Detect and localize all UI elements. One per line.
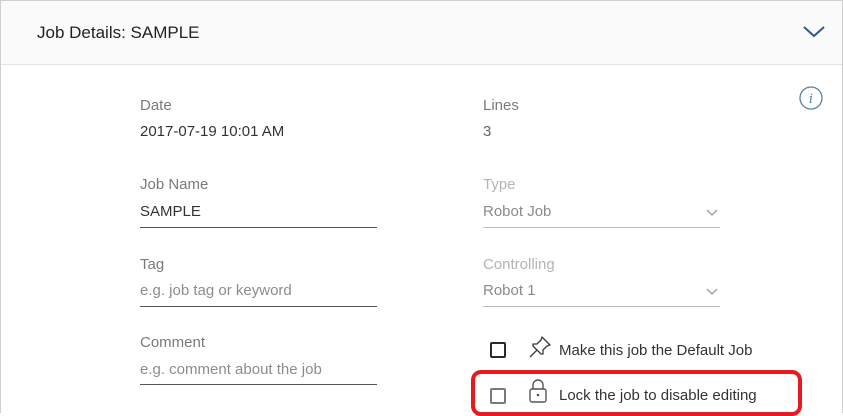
job-name-label: Job Name: [140, 176, 209, 193]
type-select[interactable]: Robot Job: [483, 203, 551, 220]
controlling-label: Controlling: [483, 256, 555, 273]
job-name-underline: [140, 227, 377, 228]
type-label: Type: [483, 176, 516, 193]
lines-value: 3: [483, 123, 492, 140]
chevron-down-icon: [706, 209, 718, 216]
svg-text:i: i: [809, 92, 813, 107]
comment-underline: [140, 384, 377, 385]
highlight-box: [471, 370, 802, 416]
pin-icon: [529, 336, 551, 358]
panel-header[interactable]: Job Details: SAMPLE: [1, 1, 842, 65]
job-name-input[interactable]: SAMPLE: [140, 203, 201, 220]
tag-input[interactable]: e.g. job tag or keyword: [140, 282, 292, 299]
job-details-panel: Job Details: SAMPLE i Date 2017-07-19 10…: [0, 0, 843, 413]
comment-input[interactable]: e.g. comment about the job: [140, 361, 322, 378]
comment-label: Comment: [140, 334, 206, 351]
default-job-checkbox[interactable]: [490, 342, 506, 358]
tag-label: Tag: [140, 256, 165, 273]
date-value: 2017-07-19 10:01 AM: [140, 123, 285, 140]
chevron-down-icon: [706, 288, 718, 295]
date-label: Date: [140, 97, 172, 114]
type-underline: [483, 227, 720, 228]
lines-label: Lines: [483, 97, 519, 114]
controlling-select[interactable]: Robot 1: [483, 282, 536, 299]
chevron-down-icon[interactable]: [801, 21, 827, 41]
info-icon[interactable]: i: [798, 85, 824, 111]
panel-title: Job Details: SAMPLE: [37, 23, 200, 42]
controlling-underline: [483, 306, 720, 307]
tag-underline: [140, 306, 377, 307]
default-job-label[interactable]: Make this job the Default Job: [559, 342, 752, 359]
